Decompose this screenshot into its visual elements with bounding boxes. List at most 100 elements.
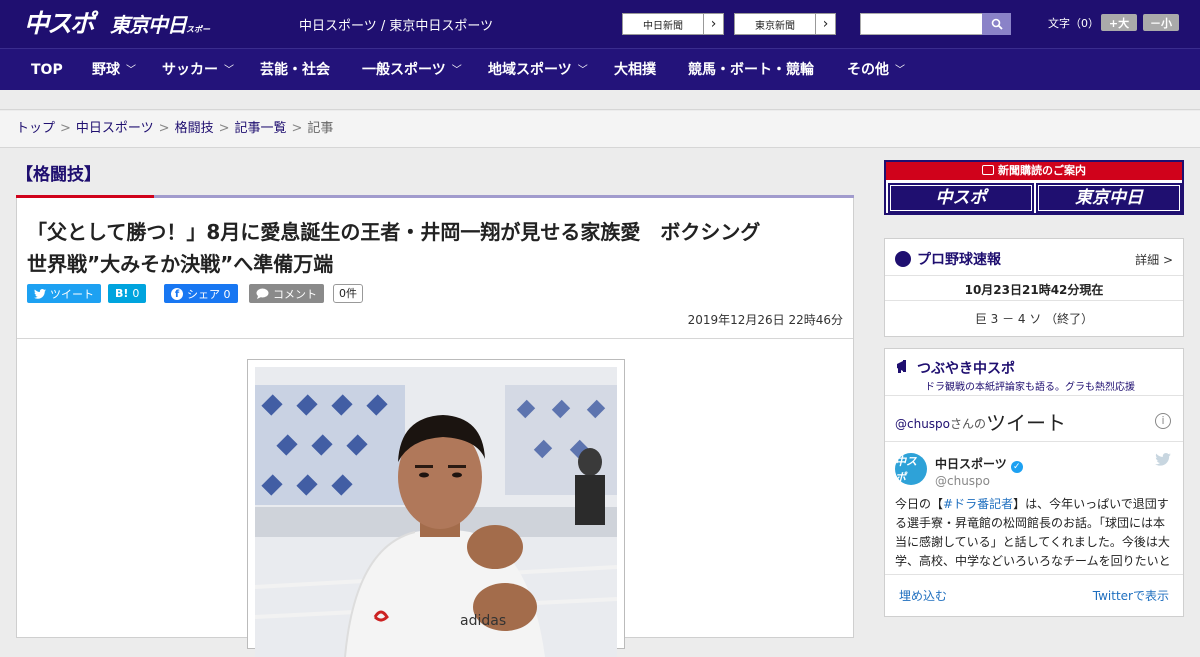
chevron-down-icon: ﹀ — [577, 65, 588, 76]
breadcrumb-top[interactable]: トップ — [16, 121, 55, 136]
breadcrumb-martial-arts[interactable]: 格闘技 — [175, 121, 214, 136]
nav-top[interactable]: TOP — [31, 49, 63, 91]
subscription-banner[interactable]: 新聞購読のご案内 中スポ 東京中日 — [884, 160, 1184, 215]
nav-entertainment[interactable]: 芸能・社会 — [260, 49, 330, 91]
nav-label: サッカー — [162, 62, 218, 78]
baseball-timestamp: 10月23日21時42分現在 — [964, 283, 1104, 297]
ad-box-border — [890, 185, 1032, 211]
tweet-author-handle[interactable]: @chuspo — [935, 474, 990, 488]
boxer-photo-illustration: adidas — [255, 367, 617, 657]
article-card: 「父として勝つ！」8月に愛息誕生の王者・井岡一翔が見せる家族愛 ボクシング 世界… — [16, 198, 854, 657]
article-title-line2: 世界戦”大みそか決戦”へ準備万端 — [27, 252, 334, 276]
timeline-divider — [885, 441, 1183, 442]
publish-date: 2019年12月26日 22時46分 — [687, 313, 843, 327]
baseball-icon — [895, 251, 911, 267]
tokyo-chunichi-logo[interactable]: 東京中日スポーツ — [110, 11, 210, 67]
tsubuyaki-subtitle: ドラ観戦の本紙評論家も語る。グラも熱烈応援 — [925, 382, 1135, 393]
chevron-down-icon: ﹀ — [451, 65, 462, 76]
hatena-bookmark-button[interactable]: B! 0 — [108, 284, 147, 303]
breadcrumb-article-list[interactable]: 記事一覧 — [235, 121, 287, 136]
tweet-text-pre: 今日の【 — [895, 497, 944, 511]
subscribe-chuspo-button[interactable]: 中スポ — [888, 183, 1034, 213]
main-nav: TOP 野球 ﹀ サッカー ﹀ 芸能・社会 一般スポーツ ﹀ 地域スポーツ ﹀ 大相撲 … — [0, 48, 1200, 90]
font-smaller-button[interactable]: －小 — [1143, 14, 1179, 31]
boxer-photo[interactable]: adidas — [255, 367, 617, 657]
breadcrumb-chunichi-sports[interactable]: 中日スポーツ — [76, 121, 154, 136]
chevron-down-icon: ﹀ — [126, 65, 136, 76]
nav-sumo[interactable]: 大相撲 — [614, 49, 656, 91]
font-larger-button[interactable]: +大 — [1101, 14, 1137, 31]
facebook-icon: f — [171, 287, 183, 300]
nav-label: 競馬・ボート・競輪 — [688, 62, 814, 78]
tsubuyaki-divider — [885, 395, 1183, 396]
baseball-score[interactable]: 巨 3 － 4 ソ （終了） — [885, 310, 1183, 327]
baseball-divider — [885, 300, 1183, 301]
timeline-handle[interactable]: @chuspo — [895, 417, 950, 431]
facebook-share-label: シェア 0 — [187, 287, 231, 301]
spacer-strip — [0, 90, 1200, 110]
avatar[interactable]: 中スポ — [895, 453, 927, 485]
nav-label: その他 — [847, 62, 889, 78]
article-title: 「父として勝つ！」8月に愛息誕生の王者・井岡一翔が見せる家族愛 ボクシング 世界… — [27, 216, 847, 280]
timeline-footer-divider — [885, 574, 1183, 575]
baseball-scores-box: プロ野球速報 詳細 > 10月23日21時42分現在 巨 3 － 4 ソ （終了… — [884, 238, 1184, 337]
chevron-down-icon: ﹀ — [224, 65, 234, 76]
site-links[interactable]: 中日スポーツ / 東京中日スポーツ — [299, 15, 493, 34]
nav-baseball[interactable]: 野球 ﹀ — [92, 49, 136, 91]
megaphone-icon — [897, 360, 906, 373]
breadcrumb: トップ > 中日スポーツ > 格闘技 > 記事一覧 > 記事 — [0, 111, 1200, 148]
chunichi-shimbun-button[interactable]: 中日新聞 › — [622, 13, 724, 35]
baseball-detail-link[interactable]: 詳細 > — [1135, 251, 1173, 268]
baseball-title: プロ野球速報 — [917, 252, 1001, 268]
subscription-title-text: 新聞購読のご案内 — [998, 164, 1086, 177]
breadcrumb-sep: > — [218, 121, 230, 136]
comment-button[interactable]: コメント — [249, 284, 324, 303]
tokyo-shimbun-button[interactable]: 東京新聞 › — [734, 13, 836, 35]
newspaper-icon — [982, 165, 994, 175]
tweet-author-name[interactable]: 中日スポーツ ✓ — [935, 455, 1023, 473]
breadcrumb-sep: > — [291, 121, 303, 136]
subscribe-tokyo-button[interactable]: 東京中日 — [1036, 183, 1182, 213]
view-on-twitter-link[interactable]: Twitterで表示 — [1093, 587, 1169, 604]
breadcrumb-current: 記事 — [307, 121, 334, 136]
chevron-right-icon: › — [815, 14, 835, 34]
nav-local-sports[interactable]: 地域スポーツ ﹀ — [488, 49, 588, 91]
search-input[interactable] — [860, 13, 983, 35]
speech-bubble-icon — [256, 288, 269, 299]
article-photo-frame: adidas — [247, 359, 625, 657]
verified-icon: ✓ — [1010, 461, 1023, 473]
nav-label: 地域スポーツ — [488, 62, 572, 78]
svg-text:adidas: adidas — [460, 613, 506, 629]
comment-label: コメント — [273, 287, 317, 301]
tsubuyaki-box: つぶやき中スポ ドラ観戦の本紙評論家も語る。グラも熱烈応援 @chuspoさんの… — [884, 348, 1184, 617]
nav-label: 芸能・社会 — [260, 62, 330, 78]
article-divider — [17, 338, 853, 339]
top-header: 中スポ 東京中日スポーツ 中日スポーツ / 東京中日スポーツ 中日新聞 › 東京… — [0, 0, 1200, 67]
baseball-divider — [885, 275, 1183, 276]
tweet-button[interactable]: ツイート — [27, 284, 101, 303]
nav-soccer[interactable]: サッカー ﹀ — [162, 49, 234, 91]
nav-racing[interactable]: 競馬・ボート・競輪 — [688, 49, 814, 91]
nav-label: 一般スポーツ — [362, 62, 446, 78]
chuspo-logo[interactable]: 中スポ — [24, 9, 100, 39]
nav-label: 大相撲 — [614, 62, 656, 78]
tokyo-shimbun-label: 東京新聞 — [755, 20, 795, 32]
font-size-label: 文字（0） — [1048, 17, 1099, 30]
search-icon — [991, 18, 1003, 30]
hatena-icon: B! — [115, 287, 129, 300]
embed-link[interactable]: 埋め込む — [899, 587, 947, 604]
facebook-share-button[interactable]: f シェア 0 — [164, 284, 238, 303]
info-icon[interactable]: i — [1155, 413, 1171, 429]
author-name-text: 中日スポーツ — [935, 457, 1007, 471]
nav-general-sports[interactable]: 一般スポーツ ﹀ — [362, 49, 462, 91]
tweet-hashtag[interactable]: #ドラ番記者 — [943, 497, 1013, 511]
comment-count: 0件 — [333, 284, 363, 303]
nav-other[interactable]: その他 ﹀ — [847, 49, 905, 91]
twitter-bird-icon[interactable] — [1155, 453, 1171, 470]
twitter-timeline-header: @chuspoさんのツイート — [895, 407, 1066, 436]
search-button[interactable] — [982, 13, 1011, 35]
tsubuyaki-title: つぶやき中スポ — [917, 361, 1015, 377]
nav-label: 野球 — [92, 62, 120, 78]
chevron-down-icon: ﹀ — [895, 65, 905, 76]
chunichi-shimbun-label: 中日新聞 — [643, 20, 683, 32]
